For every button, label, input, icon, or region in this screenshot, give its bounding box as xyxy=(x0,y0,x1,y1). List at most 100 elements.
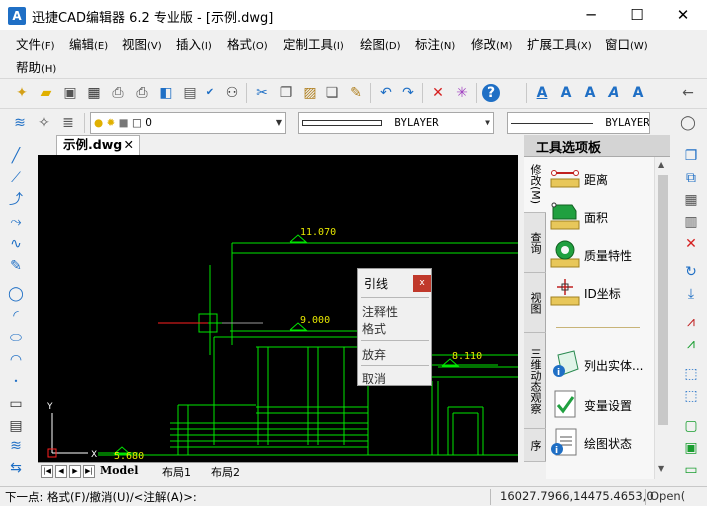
last-tab-icon[interactable]: ▶| xyxy=(83,465,95,478)
minimize-button[interactable]: ─ xyxy=(568,0,614,30)
menu-custom-tools[interactable]: 定制工具(I) xyxy=(283,34,344,53)
menu-modify[interactable]: 修改(M) xyxy=(471,34,512,53)
scroll-down-icon[interactable]: ▼ xyxy=(658,464,664,473)
break-icon[interactable]: ▣ xyxy=(681,438,701,458)
palette-tab-view[interactable]: 视图 xyxy=(524,273,546,333)
stretch-icon[interactable]: ⬚ xyxy=(681,364,701,384)
erase-icon[interactable]: ✕ xyxy=(681,234,701,254)
explode-icon[interactable]: ✳ xyxy=(452,83,472,103)
palette-item-id-point[interactable]: ID坐标 xyxy=(546,275,654,311)
ellipse-arc-icon[interactable]: ◠ xyxy=(6,350,26,370)
text-style-icon[interactable]: A xyxy=(532,83,552,103)
palette-item-mass-properties[interactable]: 质量特性 xyxy=(546,237,654,273)
edit-text-icon[interactable]: A xyxy=(604,83,624,103)
find-icon[interactable]: ◧ xyxy=(156,83,176,103)
palette-tab-3d-orbit[interactable]: 三维动态观察 xyxy=(524,333,546,429)
palette-tab-inquiry[interactable]: 查询 xyxy=(524,213,546,273)
tab-model[interactable]: Model xyxy=(100,464,138,477)
hatch-icon[interactable]: ▤ xyxy=(6,416,26,436)
drawing-canvas[interactable]: Y X 11.070 9.000 8.110 5.680 xyxy=(38,155,518,462)
menu-help[interactable]: 帮助(H) xyxy=(16,57,56,76)
tab-layout1[interactable]: 布局1 xyxy=(162,464,191,480)
maximize-button[interactable]: ☐ xyxy=(614,0,660,30)
palette-scrollbar[interactable]: ▲ ▼ xyxy=(654,157,670,479)
tab-layout2[interactable]: 布局2 xyxy=(211,464,240,480)
print-preview-icon[interactable]: ⎙ xyxy=(108,83,128,103)
line-icon[interactable]: ╱ xyxy=(6,146,26,166)
menu-window[interactable]: 窗口(W) xyxy=(605,34,648,53)
publish-icon[interactable]: ▤ xyxy=(180,83,200,103)
document-tab[interactable]: 示例.dwg ✕ xyxy=(56,135,140,155)
new-file-icon[interactable]: ✦ xyxy=(12,83,32,103)
mirror-icon[interactable]: ⩘ xyxy=(681,312,701,332)
print-icon[interactable]: ⎙ xyxy=(132,83,152,103)
scroll-up-icon[interactable]: ▲ xyxy=(658,160,664,169)
join-icon[interactable]: ▭ xyxy=(681,460,701,480)
spring-icon[interactable]: ≋ xyxy=(6,436,26,456)
move-icon[interactable]: ⤓ xyxy=(681,284,701,304)
freehand-icon[interactable]: ✎ xyxy=(6,256,26,276)
open-folder-icon[interactable]: ▰ xyxy=(36,83,56,103)
arrow-left-icon[interactable]: ← xyxy=(678,83,698,103)
paste-special-icon[interactable]: ❏ xyxy=(322,83,342,103)
palette-tab-modify[interactable]: 修改(M) xyxy=(524,157,546,213)
binoculars-icon[interactable]: ⚇ xyxy=(222,83,242,103)
rotate-icon[interactable]: ↻ xyxy=(681,262,701,282)
mirror-copy-icon[interactable]: ⧉ xyxy=(681,168,701,188)
help-icon[interactable]: ? xyxy=(482,84,500,102)
menu-insert[interactable]: 插入(I) xyxy=(176,34,212,53)
menu-item-annotative[interactable]: 注释性 xyxy=(362,303,398,320)
layer-previous-icon[interactable]: ≣ xyxy=(58,113,78,133)
scale-icon[interactable]: ⩘ xyxy=(681,334,701,354)
next-tab-icon[interactable]: ▶ xyxy=(69,465,81,478)
swap-icon[interactable]: ⇆ xyxy=(6,458,26,478)
save-all-icon[interactable]: ▦ xyxy=(84,83,104,103)
prev-tab-icon[interactable]: ◀ xyxy=(55,465,67,478)
ray-icon[interactable]: ⟋ xyxy=(6,168,26,188)
scroll-thumb[interactable] xyxy=(658,175,668,425)
paste-icon[interactable]: ▨ xyxy=(300,83,320,103)
polygon-icon[interactable]: ⤳ xyxy=(6,212,26,232)
menu-draw[interactable]: 绘图(D) xyxy=(360,34,401,53)
menu-format[interactable]: 格式(O) xyxy=(227,34,268,53)
arc-icon[interactable]: ◜ xyxy=(6,306,26,326)
redo-icon[interactable]: ↷ xyxy=(398,83,418,103)
circle-icon[interactable]: ◯ xyxy=(6,284,26,304)
layer-state-icon[interactable]: ✧ xyxy=(34,113,54,133)
menu-item-format[interactable]: 格式 xyxy=(362,320,386,337)
palette-item-area[interactable]: 面积 xyxy=(546,199,654,235)
palette-tab-more[interactable]: 序 xyxy=(524,429,546,462)
menu-item-undo[interactable]: 放弃 xyxy=(362,346,386,363)
rectangle-icon[interactable]: ▭ xyxy=(6,394,26,414)
ellipse-icon[interactable]: ⬭ xyxy=(6,328,26,348)
point-icon[interactable]: • xyxy=(6,372,26,392)
menu-dimension[interactable]: 标注(N) xyxy=(415,34,455,53)
palette-item-variable-settings[interactable]: 变量设置 xyxy=(546,387,654,423)
offset-icon[interactable]: ▥ xyxy=(681,212,701,232)
array-icon[interactable]: ▦ xyxy=(681,190,701,210)
palette-item-drawing-status[interactable]: i 绘图状态 xyxy=(546,425,654,461)
circle-icon[interactable]: ◯ xyxy=(678,113,698,133)
menu-extend-tools[interactable]: 扩展工具(X) xyxy=(527,34,592,53)
find-text-icon[interactable]: A xyxy=(628,83,648,103)
copy-object-icon[interactable]: ❐ xyxy=(681,146,701,166)
menu-edit[interactable]: 编辑(E) xyxy=(69,34,108,53)
single-text-icon[interactable]: A xyxy=(556,83,576,103)
undo-icon[interactable]: ↶ xyxy=(376,83,396,103)
multiline-text-icon[interactable]: A xyxy=(580,83,600,103)
copy-icon[interactable]: ❐ xyxy=(276,83,296,103)
menu-file[interactable]: 文件(F) xyxy=(16,34,55,53)
close-button[interactable]: ✕ xyxy=(660,0,706,30)
save-icon[interactable]: ▣ xyxy=(60,83,80,103)
palette-item-distance[interactable]: 距离 xyxy=(546,161,654,197)
trim-icon[interactable]: ⬚ xyxy=(681,386,701,406)
menu-view[interactable]: 视图(V) xyxy=(122,34,162,53)
cut-icon[interactable]: ✂ xyxy=(252,83,272,103)
layer-manager-icon[interactable]: ≋ xyxy=(10,113,30,133)
palette-item-list-entities[interactable]: i 列出实体... xyxy=(546,347,654,383)
menu-item-cancel[interactable]: 取消 xyxy=(362,370,386,387)
delete-icon[interactable]: ✕ xyxy=(428,83,448,103)
lineweight-dropdown[interactable]: BYLAYER xyxy=(507,112,650,134)
spline-icon[interactable]: ∿ xyxy=(6,234,26,254)
linetype-dropdown[interactable]: BYLAYER ▼ xyxy=(298,112,494,134)
